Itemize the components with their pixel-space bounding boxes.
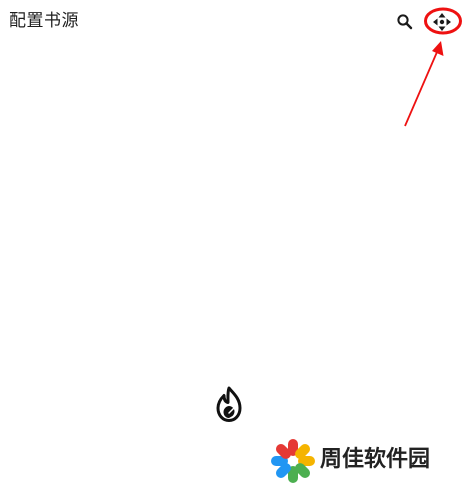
app-bar: 配置书源 [0,0,463,44]
source-management-button[interactable] [429,10,455,34]
page-title: 配置书源 [9,11,79,31]
empty-state [213,385,245,423]
flame-icon [216,386,242,422]
search-icon [397,14,413,30]
watermark: 周佳软件园 [270,437,460,485]
watermark-text: 周佳软件园 [320,447,431,472]
watermark-logo-icon [271,439,315,483]
search-button[interactable] [394,11,416,33]
annotation-arrow [404,51,438,127]
move-icon [433,13,451,31]
